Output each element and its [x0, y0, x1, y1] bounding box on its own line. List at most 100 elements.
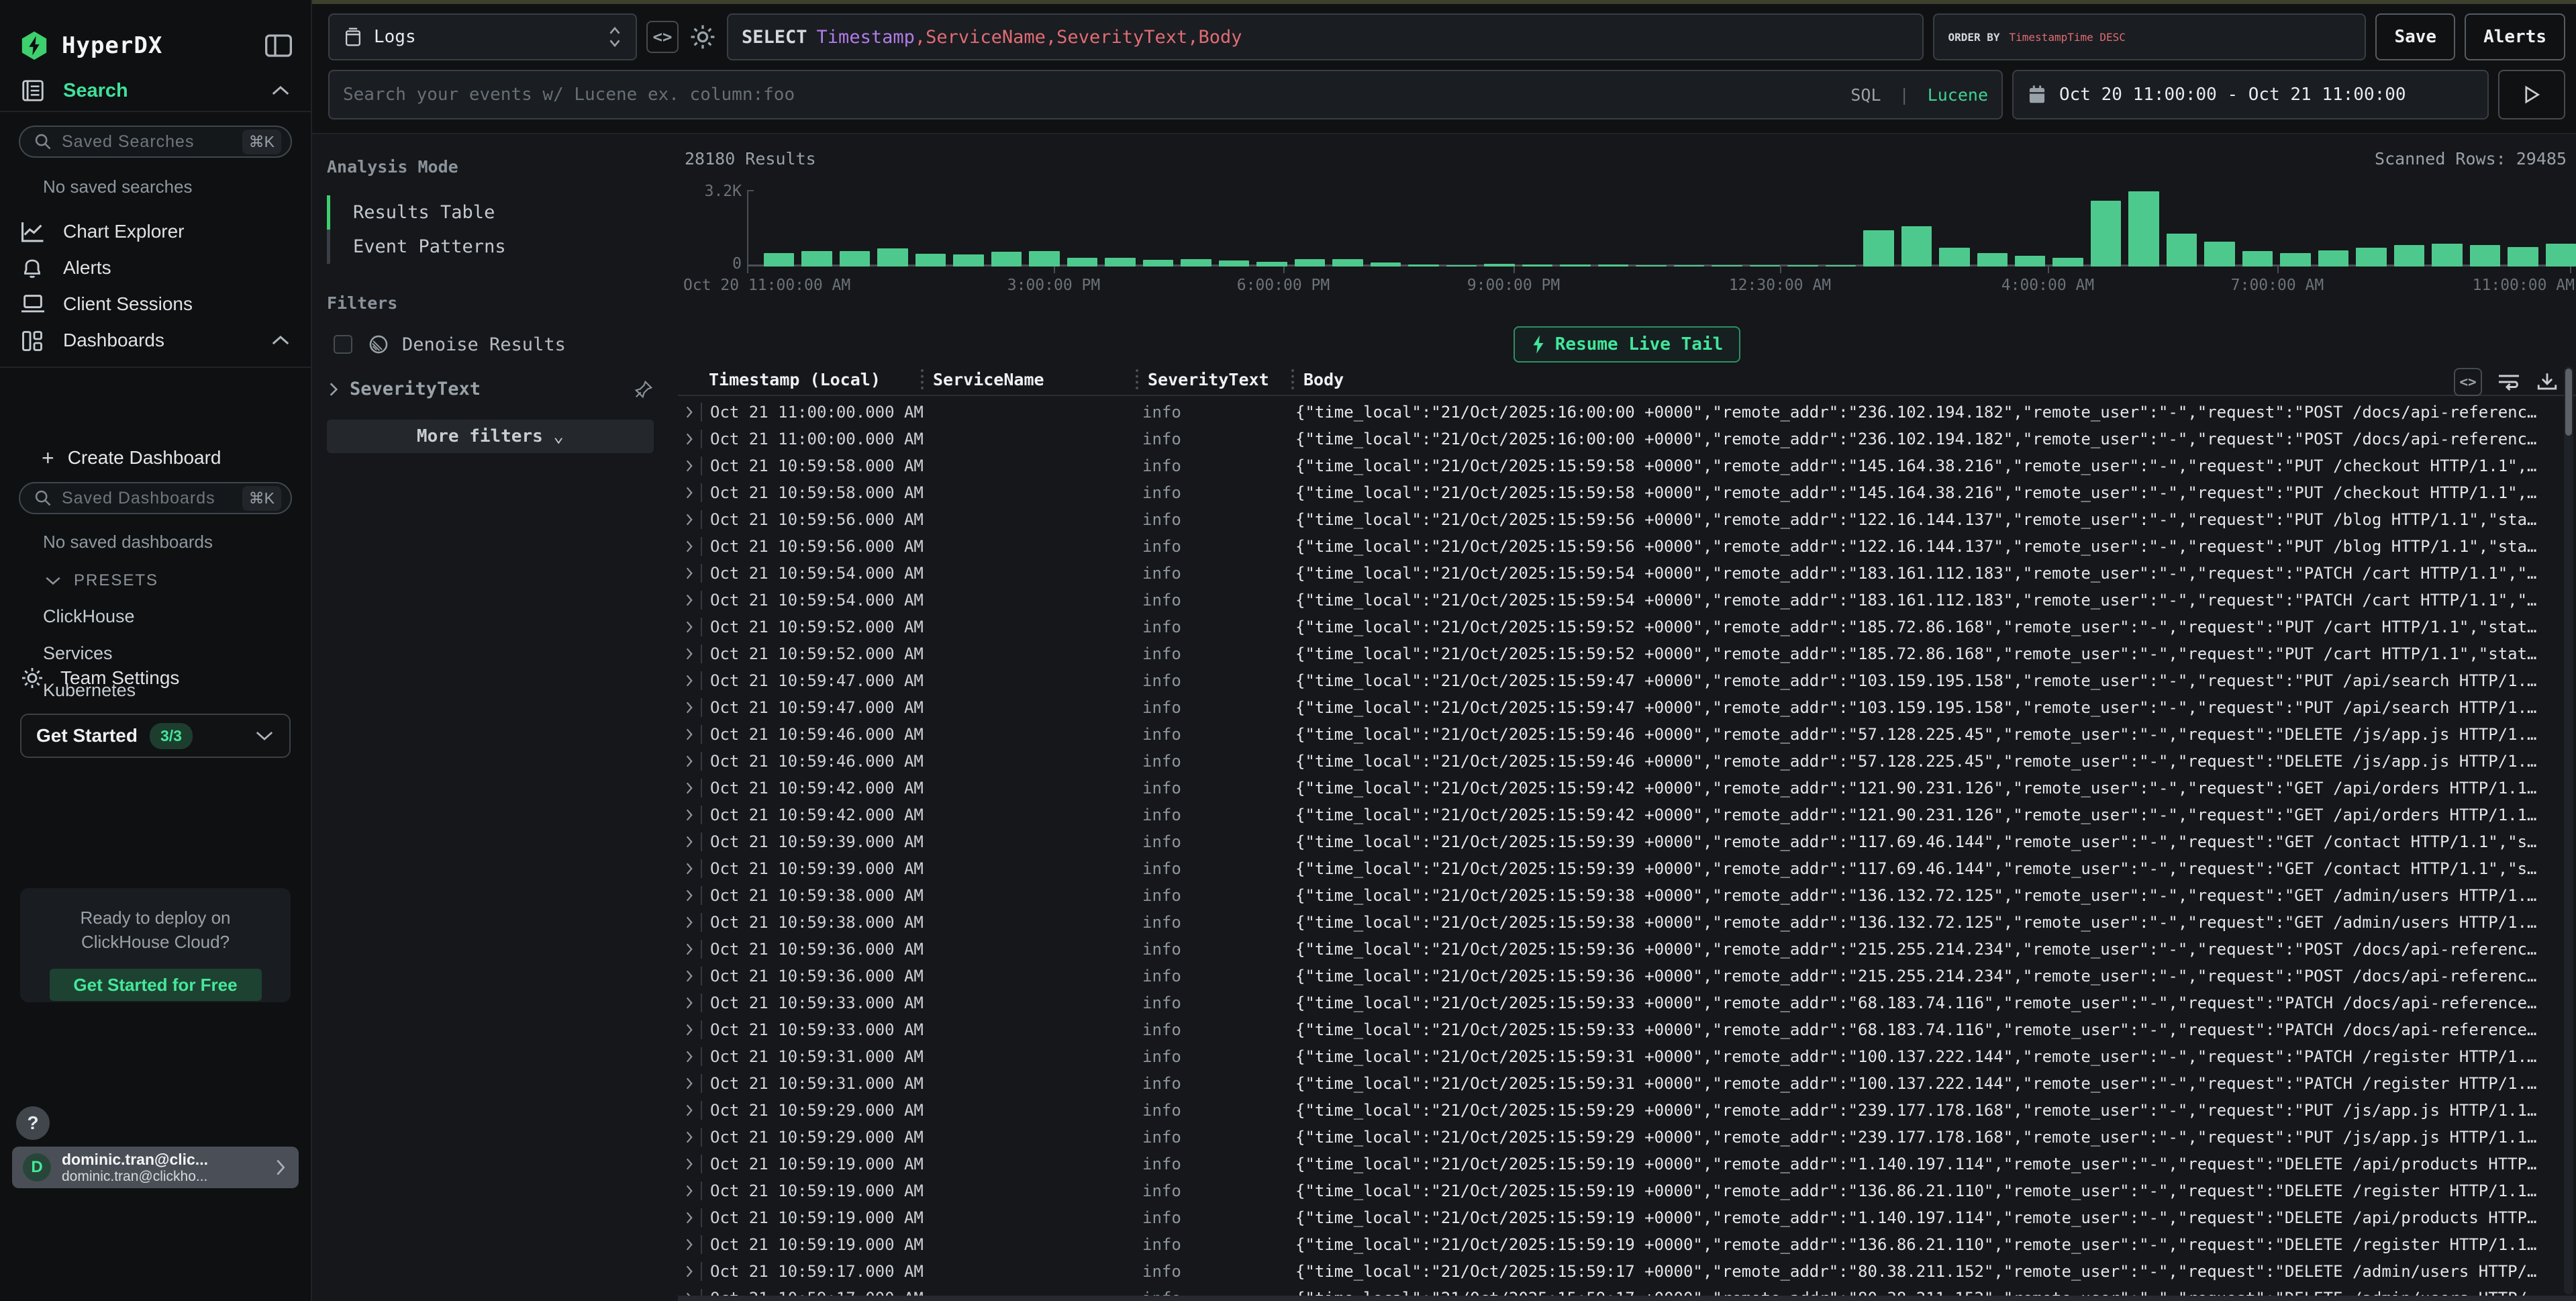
- sidebar-item-client-sessions[interactable]: Client Sessions: [0, 287, 311, 321]
- lang-sql-option[interactable]: SQL: [1850, 85, 1881, 105]
- denoise-checkbox[interactable]: [334, 335, 352, 354]
- column-header-body[interactable]: Body: [1294, 370, 2576, 389]
- row-expand-chevron-icon[interactable]: [678, 834, 701, 849]
- histogram-bar[interactable]: [1977, 253, 2008, 267]
- row-expand-chevron-icon[interactable]: [678, 1291, 701, 1296]
- table-row[interactable]: Oct 21 11:00:00.000 AMinfo{"time_local":…: [678, 399, 2564, 426]
- histogram-bar[interactable]: [2432, 244, 2462, 267]
- histogram-bar[interactable]: [2470, 245, 2500, 267]
- saved-searches-input[interactable]: Saved Searches ⌘K: [19, 126, 292, 158]
- histogram-bar[interactable]: [1408, 264, 1438, 267]
- row-expand-chevron-icon[interactable]: [678, 512, 701, 527]
- histogram-bar[interactable]: [764, 253, 794, 267]
- row-expand-chevron-icon[interactable]: [678, 459, 701, 473]
- histogram-bar[interactable]: [953, 254, 983, 267]
- vertical-scrollbar[interactable]: [2564, 367, 2573, 1294]
- row-expand-chevron-icon[interactable]: [678, 700, 701, 715]
- table-row[interactable]: Oct 21 10:59:58.000 AMinfo{"time_local":…: [678, 452, 2564, 479]
- horizontal-scrollbar[interactable]: [678, 1296, 2576, 1301]
- histogram-bar[interactable]: [1636, 265, 1666, 267]
- histogram-bar[interactable]: [1750, 265, 1780, 267]
- row-expand-chevron-icon[interactable]: [678, 620, 701, 634]
- histogram-bar[interactable]: [1067, 258, 1097, 267]
- mode-event-patterns[interactable]: Event Patterns: [327, 230, 654, 264]
- histogram-bar[interactable]: [2091, 201, 2121, 267]
- row-expand-chevron-icon[interactable]: [678, 1049, 701, 1064]
- table-row[interactable]: Oct 21 10:59:54.000 AMinfo{"time_local":…: [678, 560, 2564, 587]
- row-expand-chevron-icon[interactable]: [678, 754, 701, 769]
- table-row[interactable]: Oct 21 10:59:56.000 AMinfo{"time_local":…: [678, 506, 2564, 533]
- row-expand-chevron-icon[interactable]: [678, 808, 701, 822]
- preset-clickhouse[interactable]: ClickHouse: [43, 606, 311, 627]
- table-row[interactable]: Oct 21 10:59:42.000 AMinfo{"time_local":…: [678, 775, 2564, 802]
- histogram-bar[interactable]: [1256, 262, 1287, 267]
- row-expand-chevron-icon[interactable]: [678, 1264, 701, 1279]
- row-expand-chevron-icon[interactable]: [678, 969, 701, 983]
- table-row[interactable]: Oct 21 10:59:42.000 AMinfo{"time_local":…: [678, 802, 2564, 828]
- row-expand-chevron-icon[interactable]: [678, 593, 701, 608]
- sidebar-item-chart-explorer[interactable]: Chart Explorer: [0, 215, 311, 248]
- select-query-input[interactable]: SELECT Timestamp ,ServiceName,SeverityTe…: [727, 13, 1924, 60]
- row-expand-chevron-icon[interactable]: [678, 1157, 701, 1171]
- table-row[interactable]: Oct 21 10:59:19.000 AMinfo{"time_local":…: [678, 1177, 2564, 1204]
- row-expand-chevron-icon[interactable]: [678, 915, 701, 930]
- scrollbar-thumb[interactable]: [2565, 369, 2572, 436]
- table-row[interactable]: Oct 21 10:59:52.000 AMinfo{"time_local":…: [678, 614, 2564, 640]
- histogram-bar[interactable]: [1219, 260, 1249, 267]
- sidebar-item-team-settings[interactable]: Team Settings: [0, 661, 311, 695]
- help-button[interactable]: ?: [16, 1106, 50, 1140]
- histogram-bar[interactable]: [1371, 262, 1401, 267]
- facet-severitytext[interactable]: SeverityText: [327, 379, 654, 399]
- table-row[interactable]: Oct 21 10:59:19.000 AMinfo{"time_local":…: [678, 1151, 2564, 1177]
- table-row[interactable]: Oct 21 10:59:46.000 AMinfo{"time_local":…: [678, 721, 2564, 748]
- histogram-bar[interactable]: [1295, 259, 1325, 267]
- code-view-icon[interactable]: <>: [2454, 368, 2482, 396]
- table-row[interactable]: Oct 21 10:59:56.000 AMinfo{"time_local":…: [678, 533, 2564, 560]
- denoise-results-option[interactable]: Denoise Results: [327, 333, 654, 356]
- get-started-for-free-button[interactable]: Get Started for Free: [50, 969, 262, 1001]
- histogram-bar[interactable]: [2204, 242, 2234, 267]
- histogram-bar[interactable]: [2167, 234, 2197, 267]
- run-query-button[interactable]: [2498, 70, 2565, 119]
- code-view-icon[interactable]: <>: [646, 21, 679, 53]
- histogram-bar[interactable]: [1598, 264, 1628, 267]
- table-row[interactable]: Oct 21 10:59:54.000 AMinfo{"time_local":…: [678, 587, 2564, 614]
- histogram-bar[interactable]: [1105, 258, 1135, 267]
- table-row[interactable]: Oct 21 10:59:19.000 AMinfo{"time_local":…: [678, 1204, 2564, 1231]
- row-expand-chevron-icon[interactable]: [678, 1237, 701, 1252]
- histogram-bar[interactable]: [2280, 253, 2310, 267]
- row-expand-chevron-icon[interactable]: [678, 539, 701, 554]
- sidebar-item-alerts[interactable]: Alerts: [0, 251, 311, 285]
- resume-live-tail-button[interactable]: Resume Live Tail: [1514, 326, 1740, 363]
- histogram-bar[interactable]: [2242, 251, 2273, 267]
- histogram-bar[interactable]: [1029, 251, 1059, 267]
- column-header-servicename[interactable]: ServiceName: [924, 370, 1136, 389]
- table-row[interactable]: Oct 21 10:59:38.000 AMinfo{"time_local":…: [678, 882, 2564, 909]
- histogram-bar[interactable]: [1674, 265, 1704, 267]
- time-range-picker[interactable]: Oct 20 11:00:00 - Oct 21 11:00:00: [2012, 70, 2489, 119]
- row-expand-chevron-icon[interactable]: [678, 1022, 701, 1037]
- sidebar-item-dashboards[interactable]: Dashboards: [0, 324, 311, 357]
- column-header-timestamp[interactable]: Timestamp (Local): [701, 370, 921, 389]
- histogram-bar[interactable]: [2546, 244, 2576, 267]
- histogram-bar[interactable]: [877, 248, 907, 267]
- row-expand-chevron-icon[interactable]: [678, 485, 701, 500]
- table-row[interactable]: Oct 21 11:00:00.000 AMinfo{"time_local":…: [678, 426, 2564, 452]
- save-button[interactable]: Save: [2375, 13, 2455, 60]
- table-row[interactable]: Oct 21 10:59:58.000 AMinfo{"time_local":…: [678, 479, 2564, 506]
- presets-toggle[interactable]: PRESETS: [44, 571, 311, 590]
- histogram-bar[interactable]: [1787, 265, 1818, 267]
- histogram-bar[interactable]: [801, 251, 832, 267]
- source-select[interactable]: Logs: [328, 13, 637, 60]
- histogram-bar[interactable]: [1522, 264, 1552, 267]
- histogram-bar[interactable]: [2318, 250, 2348, 267]
- row-expand-chevron-icon[interactable]: [678, 566, 701, 581]
- histogram-bar[interactable]: [2052, 258, 2083, 267]
- table-row[interactable]: Oct 21 10:59:29.000 AMinfo{"time_local":…: [678, 1124, 2564, 1151]
- wrap-lines-icon[interactable]: [2497, 372, 2521, 392]
- histogram-bar[interactable]: [2356, 248, 2386, 267]
- row-expand-chevron-icon[interactable]: [678, 727, 701, 742]
- table-row[interactable]: Oct 21 10:59:31.000 AMinfo{"time_local":…: [678, 1043, 2564, 1070]
- histogram-bar[interactable]: [1939, 248, 1969, 267]
- table-row[interactable]: Oct 21 10:59:39.000 AMinfo{"time_local":…: [678, 855, 2564, 882]
